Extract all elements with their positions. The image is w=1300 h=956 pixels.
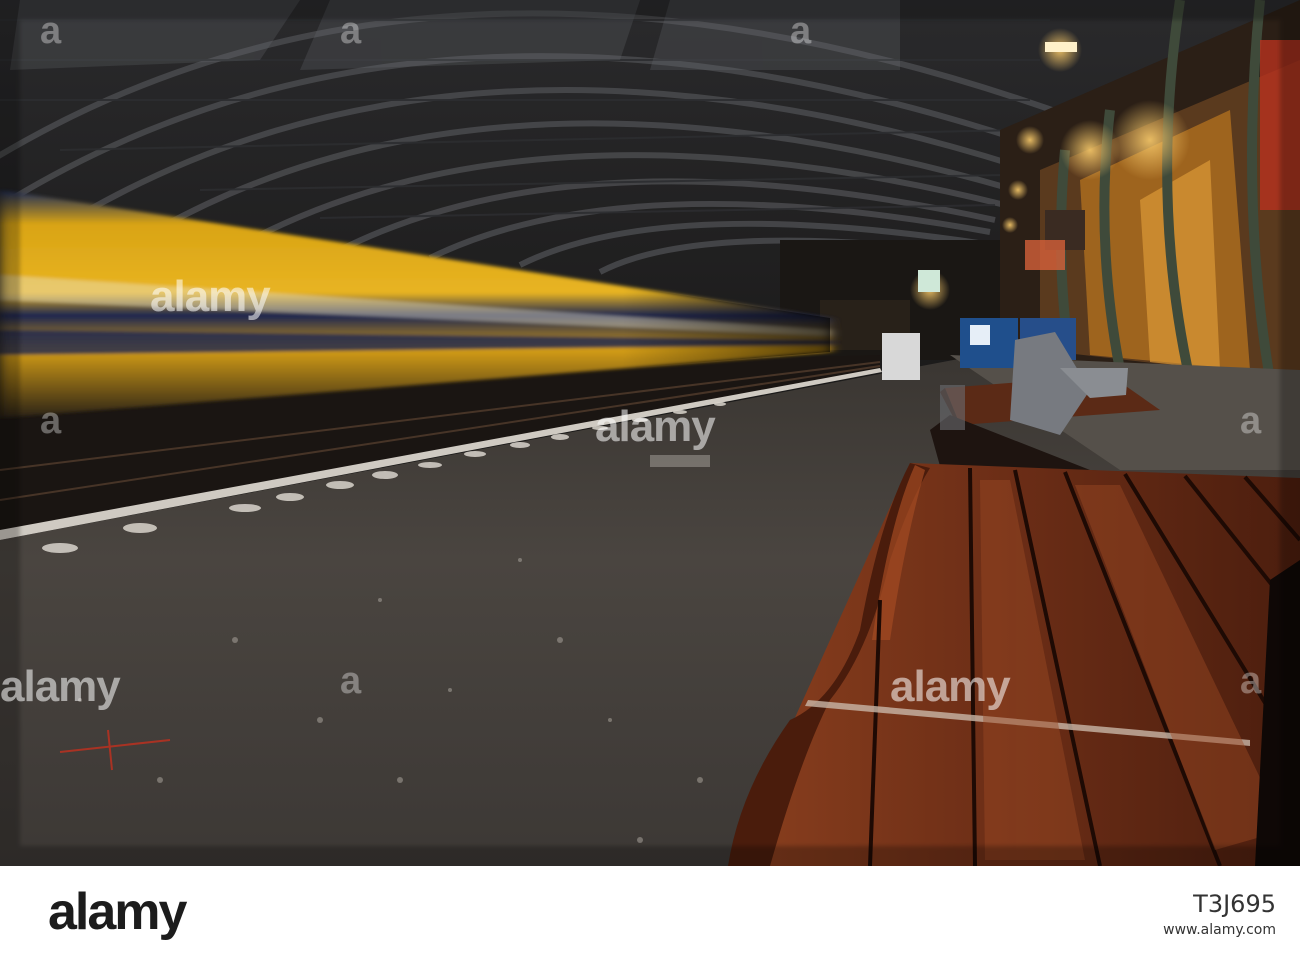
alamy-logo[interactable]: alamy: [48, 882, 187, 942]
image-id: T3J695: [1193, 890, 1276, 918]
station-photo: alamy alamy alamy alamy a a a a a a a: [0, 0, 1300, 866]
stock-footer: alamy T3J695 www.alamy.com: [0, 866, 1300, 956]
train-station-scene: [0, 0, 1300, 866]
site-url[interactable]: www.alamy.com: [1163, 922, 1276, 938]
